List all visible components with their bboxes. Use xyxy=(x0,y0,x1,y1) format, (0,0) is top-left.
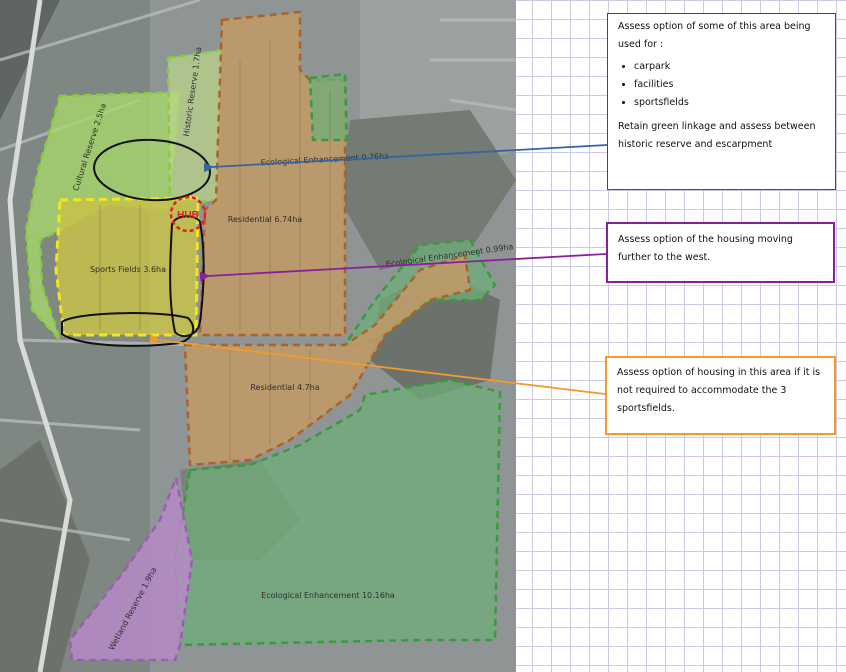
note1-outro: Retain green linkage and assess between … xyxy=(618,121,816,150)
note1-bullet: carpark xyxy=(634,58,825,76)
note-housing-west: Assess option of the housing moving furt… xyxy=(606,222,835,283)
note1-bullet: sportsfields xyxy=(634,94,825,112)
note3-text: Assess option of housing in this area if… xyxy=(617,367,821,414)
label-residential-upper: Residential 6.74ha xyxy=(228,215,302,224)
label-ecological-bottom: Ecological Enhancement 10.16ha xyxy=(261,591,395,600)
note2-text: Assess option of the housing moving furt… xyxy=(618,234,793,263)
note-housing-sportsfields: Assess option of housing in this area if… xyxy=(605,356,836,435)
zone-ecological-top xyxy=(308,72,349,142)
note1-bullet-list: carpark facilities sportsfields xyxy=(618,58,825,112)
note1-bullet: facilities xyxy=(634,76,825,94)
note1-intro: Assess option of some of this area being… xyxy=(618,21,811,50)
note-carpark-facilities: Assess option of some of this area being… xyxy=(607,13,836,190)
label-residential-lower: Residential 4.7ha xyxy=(250,383,319,392)
hub-label: HUB xyxy=(177,210,199,221)
label-sports-fields: Sports Fields 3.6ha xyxy=(90,265,166,274)
